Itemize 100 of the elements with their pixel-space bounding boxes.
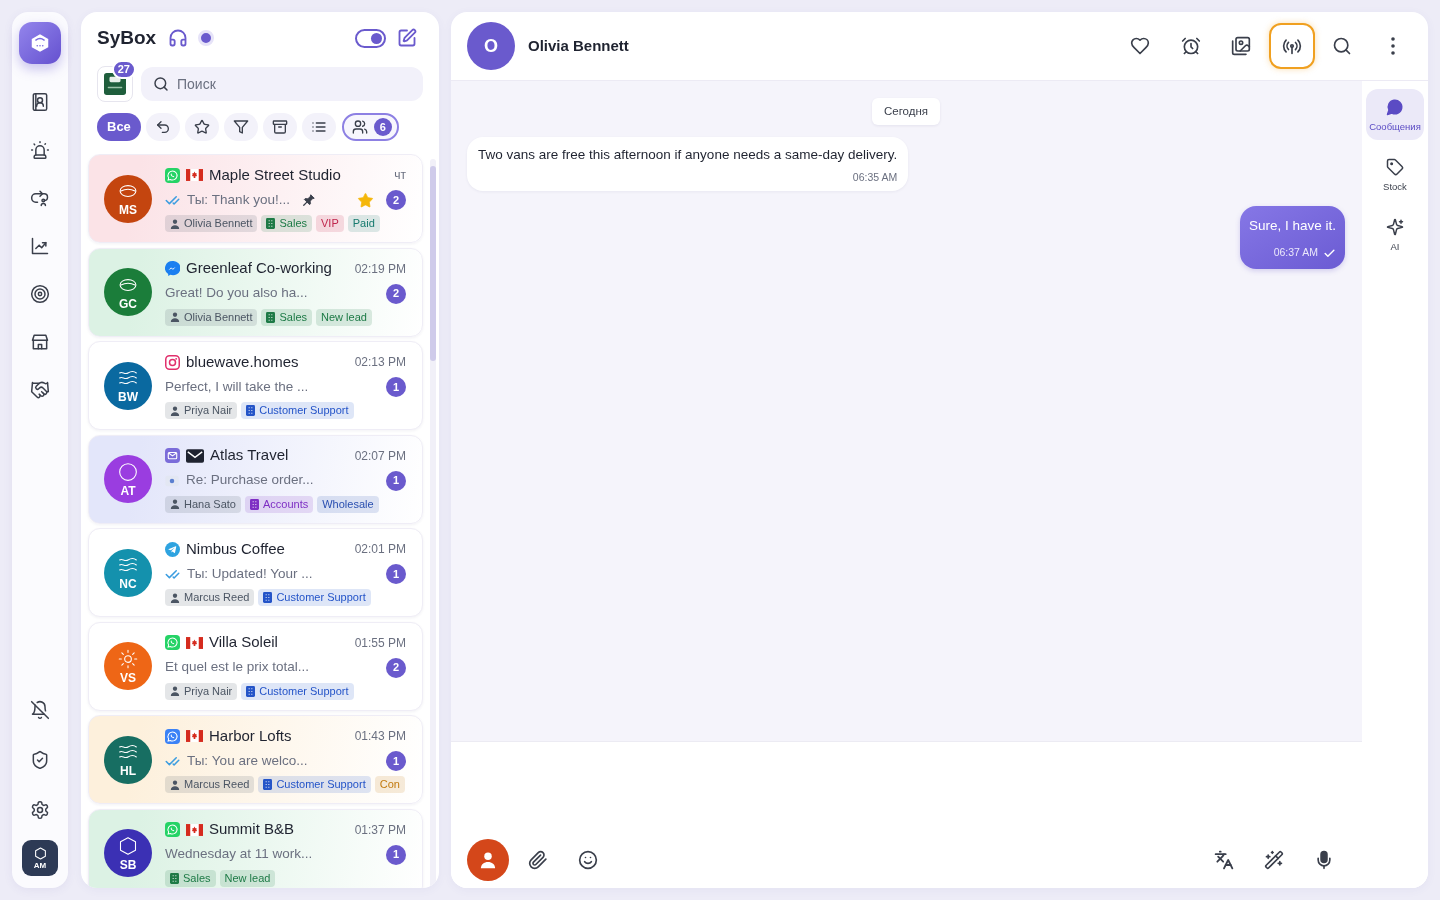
hexagon-icon bbox=[33, 846, 47, 860]
envelope-tile-icon bbox=[165, 448, 180, 463]
profile-button[interactable]: AM bbox=[22, 840, 58, 876]
label-tag: New lead bbox=[316, 308, 372, 326]
replies-filter-button[interactable] bbox=[145, 113, 180, 141]
message-text: Two vans are free this afternoon if anyone needs a same-day delivery. bbox=[478, 146, 898, 164]
avatar-initials: AT bbox=[120, 484, 136, 497]
tag-text: Accounts bbox=[263, 496, 309, 512]
tag-text: Customer Support bbox=[276, 590, 366, 606]
tag-text: Priya Nair bbox=[184, 403, 233, 419]
edit-icon[interactable] bbox=[397, 28, 417, 48]
settings-icon[interactable] bbox=[30, 800, 50, 820]
message-time: 02:07 PM bbox=[354, 447, 406, 465]
message-time: 02:01 PM bbox=[354, 541, 406, 558]
smiley-icon[interactable] bbox=[578, 850, 598, 870]
message-text: Sure, I have it. bbox=[1248, 217, 1336, 235]
unread-count-badge: 1 bbox=[386, 470, 406, 491]
heart-icon bbox=[1130, 36, 1151, 56]
target-icon[interactable] bbox=[30, 284, 50, 304]
search-field[interactable]: Поиск bbox=[141, 67, 423, 101]
side-tab[interactable]: Stock bbox=[1366, 149, 1424, 200]
person-icon bbox=[170, 499, 180, 509]
reply-icon bbox=[154, 119, 171, 135]
shield-check-icon[interactable] bbox=[30, 750, 50, 770]
side-tab[interactable]: Сообщения bbox=[1366, 89, 1424, 140]
contact-name: Summit B&B bbox=[209, 819, 295, 840]
toggle-switch[interactable] bbox=[355, 28, 386, 48]
conversation-card[interactable]: AT Atlas Travel 02:07 PM Re: Purchase order... 1 Hana Sato Accounts Wholesale bbox=[88, 434, 423, 524]
conversation-card[interactable]: GC Greenleaf Co-working 02:19 PM Great! Do you also ha... 2 Olivia Bennett Sales New lead bbox=[88, 247, 423, 337]
avatar-initials: HL bbox=[120, 765, 136, 777]
search-input[interactable]: Поиск bbox=[177, 69, 423, 99]
message-preview: Perfect, I will take the ... bbox=[165, 377, 309, 396]
circle-icon bbox=[118, 461, 138, 482]
contact-name: Nimbus Coffee bbox=[186, 538, 285, 559]
search-icon bbox=[1332, 36, 1353, 56]
message-time: 02:19 PM bbox=[354, 260, 406, 278]
conversation-card[interactable]: BW bluewave.homes 02:13 PM Perfect, I will take the ... 1 Priya Nair Customer Support bbox=[88, 341, 423, 430]
avatar-initials: SB bbox=[119, 858, 137, 871]
siren-icon[interactable] bbox=[30, 140, 50, 160]
building-icon bbox=[170, 872, 179, 884]
archived-filter-button[interactable] bbox=[262, 113, 297, 141]
inbox-title: SyBox bbox=[97, 25, 157, 50]
starred-filter-button[interactable] bbox=[184, 113, 219, 141]
message-time: 01:55 PM bbox=[354, 634, 406, 652]
unread-count-badge: 2 bbox=[386, 190, 406, 210]
conversation-card[interactable]: SB Summit B&B 01:37 PM Wednesday at 11 work... 1 Sales New lead bbox=[88, 808, 423, 888]
message-time: 06:37 AM bbox=[1273, 245, 1318, 261]
conversation-card[interactable]: HL Harbor Lofts 01:43 PM Ты: You are welco... 1 Marcus Reed Customer Support Con bbox=[88, 715, 423, 804]
conversation-card[interactable]: MS Maple Street Studio чт Ты: Thank you!... 2 Olivia Bennett Sales VIP Paid bbox=[88, 154, 423, 243]
building-icon bbox=[250, 498, 259, 510]
magic-wand-icon[interactable] bbox=[1264, 850, 1284, 870]
building-icon bbox=[266, 311, 276, 323]
tag-icon bbox=[1386, 157, 1404, 176]
phone-tile-icon bbox=[165, 728, 180, 744]
conversation-card[interactable]: NC Nimbus Coffee 02:01 PM Ты: Updated! Your ... 1 Marcus Reed Customer Support bbox=[88, 528, 423, 617]
avatar-initials: BW bbox=[118, 391, 138, 403]
tag-text: Customer Support bbox=[259, 403, 349, 419]
translate-icon[interactable] bbox=[1214, 850, 1234, 870]
message-preview: Re: Purchase order... bbox=[186, 471, 314, 490]
team-filter-button[interactable]: 6 bbox=[341, 113, 399, 141]
message-preview: Great! Do you also ha... bbox=[165, 284, 308, 303]
person-icon bbox=[170, 405, 180, 416]
user-avatar-icon[interactable] bbox=[467, 839, 509, 881]
label-tag: New lead bbox=[219, 869, 276, 887]
bell-off-icon[interactable] bbox=[30, 700, 50, 720]
paperclip-icon[interactable] bbox=[528, 850, 548, 870]
person-icon bbox=[170, 312, 180, 322]
person-icon bbox=[170, 686, 180, 696]
contacts-icon[interactable] bbox=[30, 92, 50, 112]
message-preview: Ты: Thank you!... bbox=[187, 190, 290, 209]
flag-icon bbox=[186, 730, 203, 742]
store-icon[interactable] bbox=[30, 332, 50, 352]
tag-text: Sales bbox=[183, 870, 211, 886]
filter-filter-button[interactable] bbox=[223, 113, 258, 141]
all-filter-tab[interactable]: Все bbox=[97, 113, 141, 141]
label-tag: Paid bbox=[347, 215, 380, 232]
building-icon bbox=[246, 685, 256, 697]
logo-icon[interactable] bbox=[19, 22, 61, 64]
side-tab[interactable]: AI bbox=[1366, 209, 1424, 260]
handshake-icon[interactable] bbox=[30, 380, 50, 400]
loop-arrow-icon[interactable] bbox=[30, 188, 50, 208]
people-icon bbox=[351, 119, 368, 135]
list-filter-button[interactable] bbox=[301, 113, 336, 141]
label-tag: VIP bbox=[316, 215, 344, 232]
broadcast-button[interactable] bbox=[1268, 23, 1315, 69]
contact-avatar[interactable]: O bbox=[467, 22, 515, 70]
tag-text: Olivia Bennett bbox=[184, 216, 253, 232]
conversation-card[interactable]: VS Villa Soleil 01:55 PM Et quel est le prix total... 2 Priya Nair Customer Support bbox=[88, 621, 423, 711]
tag-text: Marcus Reed bbox=[184, 590, 250, 606]
tag-text: Marcus Reed bbox=[184, 777, 250, 793]
chart-icon[interactable] bbox=[30, 236, 50, 256]
unread-count-badge: 2 bbox=[386, 283, 406, 304]
message-time: 01:37 PM bbox=[354, 821, 406, 839]
person-icon bbox=[170, 218, 180, 229]
broadcast-icon bbox=[1281, 36, 1302, 56]
headset-icon[interactable] bbox=[168, 28, 189, 48]
microphone-icon[interactable] bbox=[1314, 850, 1334, 870]
unread-count-badge: 1 bbox=[386, 377, 406, 397]
contact-name: bluewave.homes bbox=[186, 351, 299, 372]
scrollbar-thumb[interactable] bbox=[430, 166, 436, 361]
